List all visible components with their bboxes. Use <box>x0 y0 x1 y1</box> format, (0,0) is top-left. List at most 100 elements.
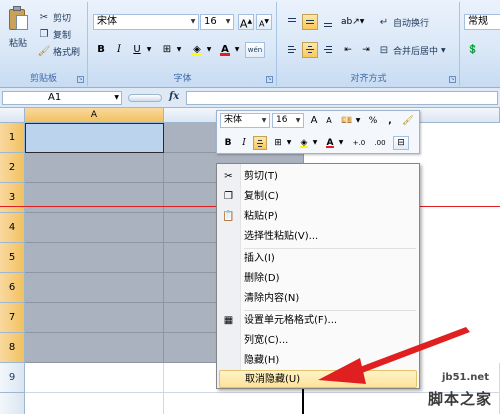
mini-comma-button[interactable]: , <box>383 114 397 128</box>
mini-shrink-font-button[interactable]: A <box>322 114 336 128</box>
menu-item-insert[interactable]: 插入(I) <box>217 250 419 268</box>
mini-increase-decimal-button[interactable]: +.0 <box>349 136 369 150</box>
row-header-2[interactable]: 2 <box>0 153 25 183</box>
menu-item-format-cells[interactable]: ▦ 设置单元格格式(F)... <box>217 312 419 330</box>
row-header-5[interactable]: 5 <box>0 243 25 273</box>
orientation-dropdown[interactable]: ▼ <box>358 14 366 30</box>
decrease-indent-button[interactable]: ⇤ <box>340 42 356 58</box>
phonetic-button[interactable]: wén <box>245 42 265 58</box>
cell-a2[interactable] <box>25 153 164 183</box>
font-color-dropdown[interactable]: ▼ <box>233 42 241 58</box>
shrink-font-button[interactable]: A▼ <box>256 14 272 30</box>
mini-shrink-font-label: A <box>326 116 332 125</box>
menu-item-column-width[interactable]: 列宽(C)... <box>217 332 419 350</box>
mini-decrease-decimal-button[interactable]: .00 <box>370 136 390 150</box>
mini-italic-button[interactable]: I <box>237 136 251 150</box>
mini-grow-font-label: A <box>310 115 318 126</box>
mini-font-color-dropdown[interactable]: ▼ <box>337 136 345 150</box>
format-painter-button[interactable]: 🖌 格式刷 <box>38 44 80 58</box>
row-header-4[interactable]: 4 <box>0 213 25 243</box>
font-color-button[interactable]: A <box>217 42 233 58</box>
menu-item-hide[interactable]: 隐藏(H) <box>217 352 419 370</box>
mini-accounting-dropdown[interactable]: ▼ <box>354 114 362 128</box>
align-right-button[interactable] <box>320 42 336 58</box>
number-format-combo[interactable]: 常规 <box>464 14 500 30</box>
row-header-1[interactable]: 1 <box>0 123 25 153</box>
grow-font-button[interactable]: A▲ <box>238 14 254 31</box>
increase-indent-button[interactable]: ⇥ <box>358 42 374 58</box>
font-launcher[interactable]: ↘ <box>266 76 273 83</box>
ribbon: 粘贴 ✂ 剪切 ❐ 复制 🖌 格式刷 剪贴板 ↘ 宋体 ▼ 16 ▼ A▲ A▼… <box>0 0 500 88</box>
column-header-a[interactable]: A <box>25 108 164 123</box>
alignment-launcher[interactable]: ↘ <box>449 76 456 83</box>
formula-input[interactable] <box>186 91 498 105</box>
row-header-7[interactable]: 7 <box>0 303 25 333</box>
mini-bold-button[interactable]: B <box>221 136 235 150</box>
cell-a8[interactable] <box>25 333 164 363</box>
align-center-button[interactable] <box>302 42 318 58</box>
mini-border-button[interactable]: ⊞ <box>271 136 285 150</box>
align-bottom-button[interactable] <box>320 14 336 30</box>
mini-font-color-button[interactable]: A <box>323 136 337 150</box>
menu-item-paste-special[interactable]: 选择性粘贴(V)... <box>217 228 419 246</box>
paste-button[interactable]: 粘贴 <box>4 6 32 64</box>
row-header-3[interactable]: 3 <box>0 183 25 213</box>
italic-button[interactable]: I <box>111 42 127 58</box>
mini-font-name-combo[interactable]: 宋体 ▼ <box>220 113 270 128</box>
wrap-text-button[interactable]: ↵ 自动换行 <box>378 15 429 29</box>
mini-grow-font-button[interactable]: A <box>307 114 321 128</box>
mini-fill-color-dropdown[interactable]: ▼ <box>311 136 319 150</box>
mini-percent-button[interactable]: % <box>366 114 380 128</box>
row-header-10[interactable] <box>0 393 25 414</box>
fill-color-button[interactable]: ◈ <box>189 42 205 58</box>
cell-a1[interactable] <box>25 123 164 153</box>
mini-center-button[interactable] <box>253 136 267 150</box>
menu-item-unhide[interactable]: 取消隐藏(U) <box>219 370 417 388</box>
currency-button[interactable]: 💲 <box>465 42 481 58</box>
border-button[interactable]: ⊞ <box>159 42 175 58</box>
name-box[interactable]: A1 ▼ <box>2 91 122 105</box>
merge-center-button[interactable]: ⊟ 合并后居中 ▼ <box>378 43 446 57</box>
underline-button[interactable]: U <box>129 42 145 58</box>
cell-a4[interactable] <box>25 213 164 243</box>
copy-button[interactable]: ❐ 复制 <box>38 27 72 41</box>
cell-a7[interactable] <box>25 303 164 333</box>
clipboard-launcher[interactable]: ↘ <box>77 76 84 83</box>
cell-a10[interactable] <box>25 393 164 414</box>
underline-dropdown[interactable]: ▼ <box>145 42 153 58</box>
cell-b10[interactable] <box>164 393 304 414</box>
font-name-combo[interactable]: 宋体 ▼ <box>93 14 199 30</box>
copy-icon: ❐ <box>224 191 233 202</box>
insert-function-button[interactable]: fx <box>169 91 179 102</box>
align-left-button[interactable] <box>284 42 300 58</box>
cell-a6[interactable] <box>25 273 164 303</box>
mini-fill-color-button[interactable]: ◈ <box>297 136 311 150</box>
cut-button[interactable]: ✂ 剪切 <box>38 10 71 24</box>
font-size-combo[interactable]: 16 ▼ <box>200 14 234 30</box>
menu-item-copy[interactable]: ❐ 复制(C) <box>217 188 419 206</box>
font-name-value: 宋体 <box>97 16 117 27</box>
menu-item-delete[interactable]: 删除(D) <box>217 270 419 288</box>
cell-a5[interactable] <box>25 243 164 273</box>
mini-accounting-button[interactable]: 💴 <box>340 114 354 128</box>
mini-border-dropdown[interactable]: ▼ <box>285 136 293 150</box>
menu-item-cut[interactable]: ✂ 剪切(T) <box>217 168 419 186</box>
align-top-button[interactable] <box>284 14 300 30</box>
mini-merge-button[interactable]: ⊟ <box>393 136 409 150</box>
mini-font-size-combo[interactable]: 16 ▼ <box>272 113 304 128</box>
row-header-9[interactable]: 9 <box>0 363 25 393</box>
cell-a9[interactable] <box>25 363 164 393</box>
name-box-resize-handle[interactable] <box>128 94 162 102</box>
orientation-button[interactable]: ab↗ <box>340 14 360 30</box>
menu-item-paste[interactable]: 📋 粘贴(P) <box>217 208 419 226</box>
align-middle-button[interactable] <box>302 14 318 30</box>
menu-item-clear-contents[interactable]: 清除内容(N) <box>217 290 419 308</box>
border-dropdown[interactable]: ▼ <box>175 42 183 58</box>
mini-format-painter-button[interactable]: 🖌 <box>401 114 415 128</box>
row-header-8[interactable]: 8 <box>0 333 25 363</box>
fill-color-dropdown[interactable]: ▼ <box>205 42 213 58</box>
bold-button[interactable]: B <box>93 42 109 58</box>
row-header-6[interactable]: 6 <box>0 273 25 303</box>
cell-a3[interactable] <box>25 183 164 213</box>
select-all-corner[interactable] <box>0 108 25 123</box>
